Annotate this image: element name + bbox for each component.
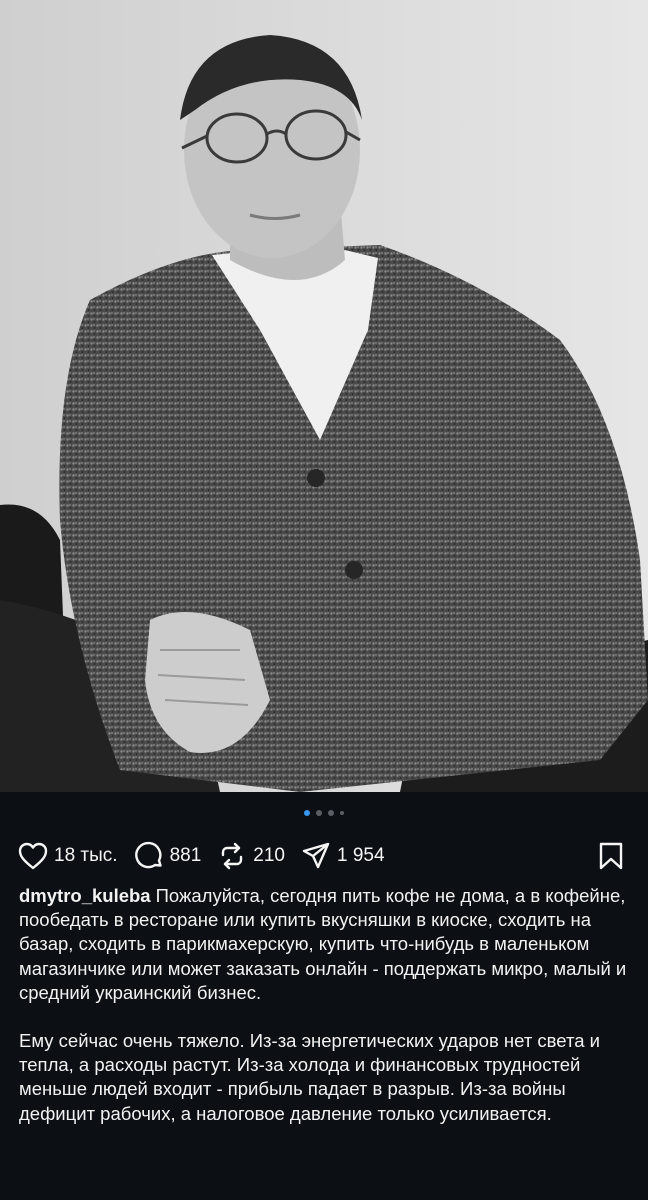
comment-button[interactable]: 881: [134, 841, 202, 871]
comment-count: 881: [169, 845, 202, 866]
share-count: 1 954: [336, 845, 385, 866]
comment-icon: [134, 841, 164, 871]
carousel-dot[interactable]: [340, 811, 344, 815]
caption-paragraph: Ему сейчас очень тяжело. Из-за энергетич…: [19, 1030, 601, 1124]
carousel-dot[interactable]: [304, 810, 310, 816]
carousel-dot[interactable]: [316, 810, 322, 816]
bookmark-icon: [598, 841, 624, 871]
repost-button[interactable]: 210: [217, 841, 285, 871]
portrait-image: [0, 0, 648, 792]
bookmark-button[interactable]: [598, 841, 630, 871]
like-count: 18 тыс.: [54, 845, 118, 866]
caption-paragraph: dmytro_kuleba Пожалуйста, сегодня пить ко…: [19, 884, 629, 1005]
carousel-dot[interactable]: [328, 810, 334, 816]
repost-count: 210: [253, 845, 285, 866]
post-caption: dmytro_kuleba Пожалуйста, сегодня пить ко…: [0, 878, 648, 1126]
carousel-indicator: [0, 792, 648, 834]
username-link[interactable]: dmytro_kuleba: [19, 885, 151, 906]
share-button[interactable]: 1 954: [301, 841, 385, 871]
post-photo[interactable]: [0, 0, 648, 792]
action-bar: 18 тыс. 881 210 1 954: [0, 834, 648, 878]
repost-icon: [217, 841, 247, 871]
share-icon: [301, 841, 331, 871]
heart-icon: [18, 842, 48, 870]
like-button[interactable]: 18 тыс.: [18, 842, 118, 870]
